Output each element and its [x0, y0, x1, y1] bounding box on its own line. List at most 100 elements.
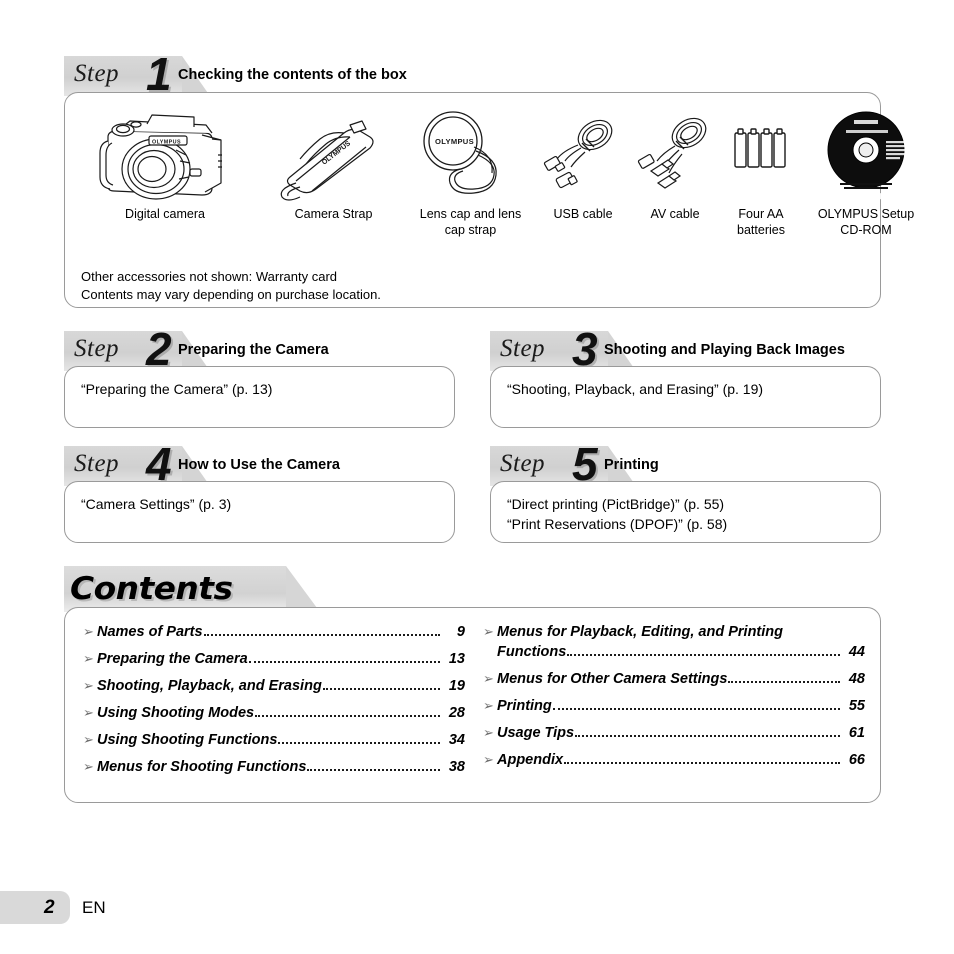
bullet-arrow-icon: ➢	[83, 678, 94, 693]
toc-label: Menus for Shooting Functions	[97, 759, 307, 775]
step-1-banner: Step 1 Checking the contents of the box	[64, 48, 544, 100]
box-contents-note: Other accessories not shown: Warranty ca…	[81, 269, 381, 302]
toc-label: Menus for Other Camera Settings	[497, 671, 728, 687]
toc-entry-using-shooting-functions[interactable]: ➢ Using Shooting Functions 34	[83, 730, 465, 750]
toc-label: Shooting, Playback, and Erasing	[97, 678, 322, 694]
page-number: 2	[44, 897, 55, 918]
toc-page-number: 55	[848, 698, 865, 714]
step-4-title: How to Use the Camera	[178, 457, 340, 473]
toc-leader-dots	[564, 762, 840, 764]
bullet-arrow-icon: ➢	[483, 671, 494, 686]
box-item-lens-cap: OLYMPUS Lens cap and lens cap strap	[403, 103, 538, 238]
bullet-arrow-icon: ➢	[83, 624, 94, 639]
contents-right-column: ➢ Menus for Playback, Editing, and Print…	[483, 622, 865, 777]
toc-page-number: 48	[848, 671, 865, 687]
step-4-banner: Step 4 How to Use the Camera	[64, 438, 464, 490]
contents-heading-banner: Contents	[64, 566, 881, 612]
step-5-banner: Step 5 Printing	[490, 438, 890, 490]
toc-page-number: 44	[848, 644, 865, 660]
toc-page-number: 28	[448, 705, 465, 721]
bullet-arrow-icon: ➢	[483, 752, 494, 767]
toc-entry-usage-tips[interactable]: ➢ Usage Tips 61	[483, 723, 865, 743]
toc-page-number: 34	[448, 732, 465, 748]
digital-camera-icon: OLYMPUS	[85, 103, 245, 203]
toc-entry-menus-for-playback-editing-printing[interactable]: ➢ Menus for Playback, Editing, and Print…	[483, 622, 865, 662]
box-contents-panel: OLYMPUS Digital camera OLYMPUS Camera St…	[64, 92, 914, 308]
step-1-title: Checking the contents of the box	[178, 67, 407, 83]
step-3-panel: “Shooting, Playback, and Erasing” (p. 19…	[490, 366, 881, 428]
page-language: EN	[82, 898, 106, 917]
page-footer: 2 EN	[0, 891, 200, 924]
lens-cap-icon: OLYMPUS	[403, 103, 538, 203]
box-item-camera-strap: OLYMPUS Camera Strap	[261, 103, 406, 223]
step-4-body: “Camera Settings” (p. 3)	[81, 496, 232, 512]
toc-leader-dots	[255, 715, 440, 717]
step-3-word: Step	[500, 335, 546, 362]
toc-entry-menus-for-shooting-functions[interactable]: ➢ Menus for Shooting Functions 38	[83, 757, 465, 777]
toc-leader-dots	[278, 742, 440, 744]
toc-leader-dots	[728, 681, 840, 683]
toc-leader-dots	[567, 654, 840, 656]
toc-entry-menus-for-other-camera-settings[interactable]: ➢ Menus for Other Camera Settings 48	[483, 669, 865, 689]
toc-page-number: 61	[848, 725, 865, 741]
contents-heading: Contents	[70, 571, 233, 607]
toc-leader-dots	[307, 769, 440, 771]
step-2-panel: “Preparing the Camera” (p. 13)	[64, 366, 455, 428]
svg-text:OLYMPUS: OLYMPUS	[435, 137, 474, 146]
toc-label: Usage Tips	[497, 725, 575, 741]
box-item-aa-batteries: Four AA batteries	[711, 103, 811, 238]
toc-entry-printing[interactable]: ➢ Printing 55	[483, 696, 865, 716]
step-5-panel: “Direct printing (PictBridge)” (p. 55) “…	[490, 481, 881, 543]
toc-label: Using Shooting Modes	[97, 705, 255, 721]
box-item-caption: Camera Strap	[294, 207, 373, 221]
toc-page-number: 13	[448, 651, 465, 667]
box-item-cd-rom: OLYMPUS Setup CD-ROM	[801, 103, 931, 238]
bullet-arrow-icon: ➢	[483, 698, 494, 713]
box-item-caption: OLYMPUS Setup CD-ROM	[817, 207, 915, 237]
contents-left-column: ➢ Names of Parts 9 ➢ Preparing the Camer…	[83, 622, 465, 784]
step-2-word: Step	[74, 335, 120, 362]
toc-leader-dots	[322, 688, 440, 690]
toc-entry-preparing-the-camera[interactable]: ➢ Preparing the Camera 13	[83, 649, 465, 669]
step-4-panel: “Camera Settings” (p. 3)	[64, 481, 455, 543]
toc-label: Printing	[497, 698, 552, 714]
toc-page-number: 19	[448, 678, 465, 694]
step-2-title: Preparing the Camera	[178, 342, 329, 358]
toc-label: Using Shooting Functions	[97, 732, 278, 748]
step-5-word: Step	[500, 450, 546, 477]
bullet-arrow-icon: ➢	[83, 732, 94, 747]
toc-label: Preparing the Camera	[97, 651, 248, 667]
toc-label-line-2: Functions	[497, 644, 567, 660]
svg-text:OLYMPUS: OLYMPUS	[152, 140, 181, 146]
step-5-body: “Direct printing (PictBridge)” (p. 55) “…	[507, 496, 728, 532]
bullet-arrow-icon: ➢	[483, 725, 494, 740]
toc-leader-dots	[575, 735, 840, 737]
toc-leader-dots	[203, 634, 440, 636]
bullet-arrow-icon: ➢	[83, 651, 94, 666]
box-item-caption: Four AA batteries	[737, 207, 785, 237]
toc-entry-appendix[interactable]: ➢ Appendix 66	[483, 750, 865, 770]
step-2-body: “Preparing the Camera” (p. 13)	[81, 381, 273, 397]
step-1-word: Step	[74, 60, 120, 87]
toc-entry-names-of-parts[interactable]: ➢ Names of Parts 9	[83, 622, 465, 642]
step-3-body: “Shooting, Playback, and Erasing” (p. 19…	[507, 381, 764, 397]
toc-page-number: 66	[848, 752, 865, 768]
camera-strap-icon: OLYMPUS	[261, 103, 406, 203]
toc-leader-dots	[248, 661, 440, 663]
contents-panel: ➢ Names of Parts 9 ➢ Preparing the Camer…	[64, 607, 881, 803]
toc-page-number: 9	[456, 624, 465, 640]
step-2-banner: Step 2 Preparing the Camera	[64, 323, 464, 375]
bullet-arrow-icon: ➢	[83, 759, 94, 774]
toc-entry-using-shooting-modes[interactable]: ➢ Using Shooting Modes 28	[83, 703, 465, 723]
aa-batteries-icon	[711, 103, 811, 203]
toc-entry-shooting-playback-erasing[interactable]: ➢ Shooting, Playback, and Erasing 19	[83, 676, 465, 696]
toc-label: Appendix	[497, 752, 564, 768]
step-3-title: Shooting and Playing Back Images	[604, 342, 845, 358]
toc-label-line-1: Menus for Playback, Editing, and Printin…	[497, 624, 784, 640]
step-4-word: Step	[74, 450, 120, 477]
box-item-digital-camera: OLYMPUS Digital camera	[85, 103, 245, 223]
box-contents-items: OLYMPUS Digital camera OLYMPUS Camera St…	[65, 93, 914, 243]
step-5-title: Printing	[604, 457, 659, 473]
toc-leader-dots	[552, 708, 840, 710]
box-item-caption: Digital camera	[125, 207, 205, 221]
